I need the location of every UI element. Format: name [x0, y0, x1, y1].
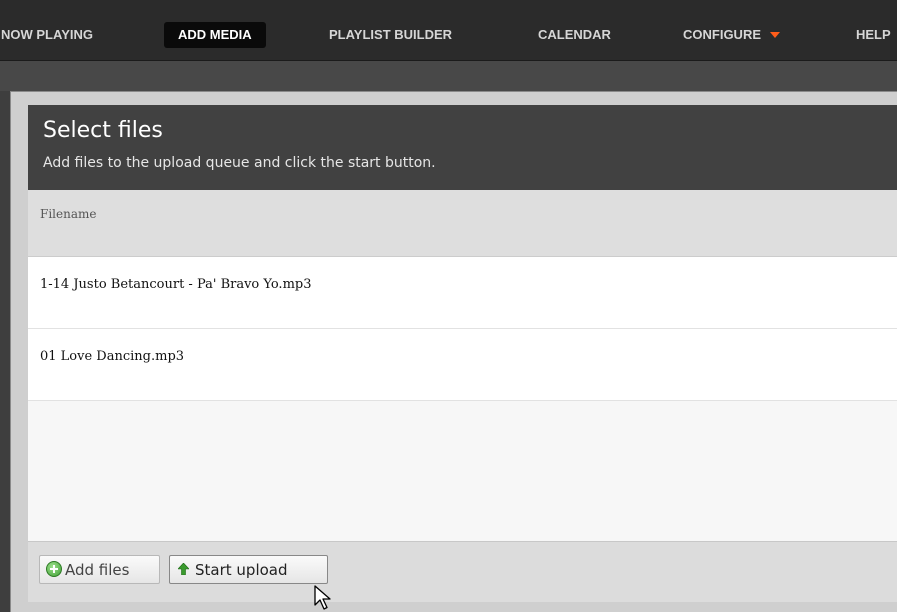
file-list-header: Filename — [28, 190, 897, 257]
nav-playlist-builder[interactable]: PLAYLIST BUILDER — [329, 22, 452, 48]
top-nav: NOW PLAYING ADD MEDIA PLAYLIST BUILDER C… — [0, 0, 897, 61]
file-list: Filename 1-14 Justo Betancourt - Pa' Bra… — [28, 190, 897, 541]
caret-down-icon — [770, 31, 780, 38]
nav-now-playing[interactable]: NOW PLAYING — [1, 22, 93, 48]
nav-calendar[interactable]: CALENDAR — [538, 22, 611, 48]
nav-add-media[interactable]: ADD MEDIA — [164, 22, 266, 48]
nav-configure[interactable]: CONFIGURE — [683, 22, 780, 48]
file-row[interactable]: 1-14 Justo Betancourt - Pa' Bravo Yo.mp3 — [28, 257, 897, 329]
uploader: Select files Add files to the upload que… — [28, 105, 897, 602]
add-files-label: Add files — [65, 561, 130, 579]
uploader-header: Select files Add files to the upload que… — [28, 105, 897, 190]
arrow-up-icon — [178, 562, 189, 575]
uploader-title: Select files — [43, 118, 163, 143]
add-files-button[interactable]: Add files — [39, 555, 160, 584]
filename-column-header: Filename — [40, 207, 97, 221]
start-upload-label: Start upload — [195, 561, 288, 579]
add-circle-icon — [46, 560, 62, 577]
nav-configure-label: CONFIGURE — [683, 27, 761, 42]
file-name: 1-14 Justo Betancourt - Pa' Bravo Yo.mp3 — [40, 277, 312, 292]
uploader-subtitle: Add files to the upload queue and click … — [43, 155, 436, 171]
file-name: 01 Love Dancing.mp3 — [40, 349, 185, 364]
file-row[interactable]: 01 Love Dancing.mp3 — [28, 329, 897, 401]
mouse-pointer-icon — [314, 585, 331, 610]
sub-bar — [0, 61, 897, 91]
start-upload-button[interactable]: Start upload — [169, 555, 328, 584]
uploader-footer: Add files Start upload — [28, 541, 897, 602]
nav-help[interactable]: HELP — [856, 22, 891, 48]
